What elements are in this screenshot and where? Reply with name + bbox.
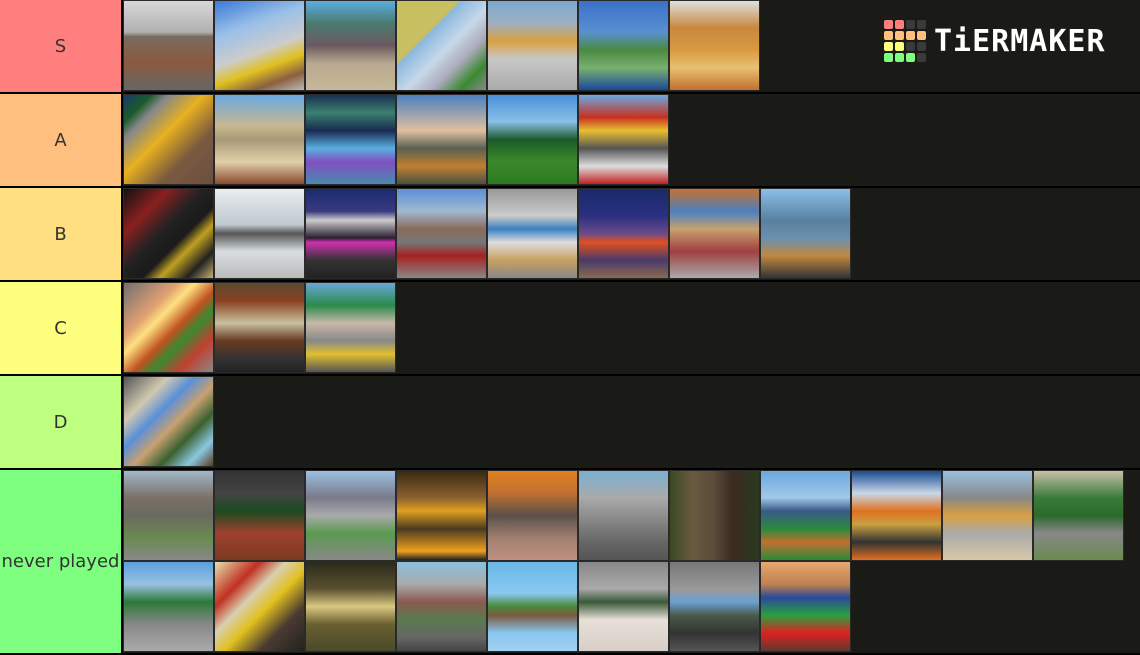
tier-item-pine-forest[interactable] — [1033, 470, 1124, 561]
tier-row-a: A — [0, 94, 1140, 188]
tier-item-yellow-room[interactable] — [123, 94, 214, 185]
tier-item-stone-fortress[interactable] — [123, 470, 214, 561]
tier-item-island-park[interactable] — [578, 0, 669, 91]
tier-item-haunted-house[interactable] — [578, 188, 669, 279]
logo-grid-cell — [895, 20, 904, 29]
logo-grid-icon — [884, 20, 926, 62]
tier-row-d: D — [0, 376, 1140, 470]
tiermaker-logo: TiERMAKER — [884, 20, 1106, 62]
tier-items — [123, 94, 1140, 186]
tier-items — [123, 282, 1140, 374]
tier-item-subway-platform[interactable] — [487, 188, 578, 279]
tier-item-roblox-character[interactable] — [669, 470, 760, 561]
tier-item-garage-interior[interactable] — [214, 282, 305, 373]
tier-item-brick-warehouse[interactable] — [396, 561, 487, 652]
logo-grid-cell — [884, 20, 893, 29]
tier-item-orange-warehouse[interactable] — [487, 470, 578, 561]
tier-item-desert-fort[interactable] — [669, 0, 760, 91]
tier-item-grey-city[interactable] — [578, 470, 669, 561]
tier-row-never-played: never played — [0, 470, 1140, 655]
tier-list: S A B C Dnever played — [0, 0, 1140, 655]
logo-grid-cell — [906, 20, 915, 29]
tier-label[interactable]: S — [0, 0, 123, 92]
tier-item-rooftops[interactable] — [487, 0, 578, 91]
logo-grid-cell — [906, 31, 915, 40]
tier-item-playground[interactable] — [760, 470, 851, 561]
tier-item-mine-tunnel[interactable] — [305, 561, 396, 652]
tier-items — [123, 188, 1140, 280]
logo-grid-cell — [895, 31, 904, 40]
tier-item-aurora-ice[interactable] — [305, 94, 396, 185]
tier-item-hill-mansion[interactable] — [305, 470, 396, 561]
tier-item-brick-city-cloudy[interactable] — [123, 0, 214, 91]
tier-label[interactable]: B — [0, 188, 123, 280]
tier-item-train-station[interactable] — [214, 0, 305, 91]
logo-grid-cell — [884, 31, 893, 40]
logo-grid-cell — [917, 20, 926, 29]
tier-item-ferris-wheel[interactable] — [396, 94, 487, 185]
tier-item-subway-tunnel[interactable] — [214, 561, 305, 652]
logo-grid-cell — [884, 53, 893, 62]
logo-grid-cell — [884, 42, 893, 51]
logo-grid-cell — [895, 53, 904, 62]
tier-items — [123, 376, 1140, 468]
tier-item-kids-bedroom[interactable] — [123, 376, 214, 467]
tier-item-city-wall[interactable] — [123, 561, 214, 652]
tier-label[interactable]: never played — [0, 470, 123, 653]
tier-label[interactable]: D — [0, 376, 123, 468]
tier-item-blue-roof-arena[interactable] — [851, 470, 942, 561]
tier-item-sunset-volcano[interactable] — [123, 282, 214, 373]
tier-item-white-lab[interactable] — [214, 188, 305, 279]
tier-item-colorful-market[interactable] — [760, 561, 851, 652]
logo-grid-cell — [895, 42, 904, 51]
tier-label[interactable]: C — [0, 282, 123, 374]
logo-grid-cell — [906, 42, 915, 51]
tier-item-courtyard-trees[interactable] — [214, 470, 305, 561]
tier-item-grey-rooftops[interactable] — [942, 470, 1033, 561]
tier-item-town-plaza[interactable] — [305, 0, 396, 91]
tier-row-c: C — [0, 282, 1140, 376]
logo-grid-cell — [917, 42, 926, 51]
tier-item-grey-bunker[interactable] — [669, 561, 760, 652]
tier-item-streetcar[interactable] — [396, 188, 487, 279]
tier-item-helipad[interactable] — [578, 561, 669, 652]
tier-item-night-street[interactable] — [123, 188, 214, 279]
tier-row-b: B — [0, 188, 1140, 282]
tier-item-yellow-walls[interactable] — [396, 0, 487, 91]
tier-label[interactable]: A — [0, 94, 123, 186]
tier-item-container-yard[interactable] — [578, 94, 669, 185]
tier-item-sky-islands[interactable] — [487, 561, 578, 652]
logo-grid-cell — [917, 31, 926, 40]
tier-item-harbor-town[interactable] — [669, 188, 760, 279]
tier-item-blue-house[interactable] — [760, 188, 851, 279]
tier-item-desert-town[interactable] — [214, 94, 305, 185]
tier-items — [123, 470, 1140, 653]
logo-grid-cell — [906, 53, 915, 62]
tier-item-forest-house[interactable] — [487, 94, 578, 185]
logo-text: TiERMAKER — [934, 23, 1106, 59]
tier-item-palm-street[interactable] — [305, 282, 396, 373]
tier-item-golden-hall[interactable] — [396, 470, 487, 561]
logo-grid-cell — [917, 53, 926, 62]
tier-item-neon-night[interactable] — [305, 188, 396, 279]
